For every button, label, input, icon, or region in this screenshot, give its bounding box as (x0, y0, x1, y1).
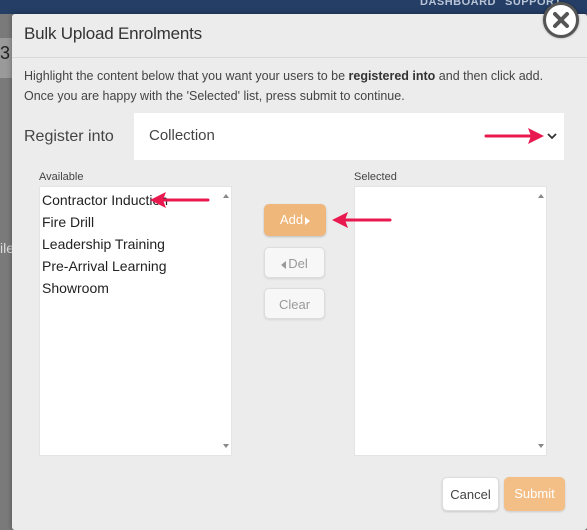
bg-text-fragment: 3 (0, 43, 11, 63)
annotation-arrow-icon (332, 212, 392, 228)
modal-title: Bulk Upload Enrolments (24, 24, 202, 43)
del-button[interactable]: Del (264, 247, 325, 278)
register-into-value: Collection (149, 127, 215, 144)
close-icon (553, 12, 569, 28)
clear-button[interactable]: Clear (264, 288, 325, 319)
selected-label: Selected (354, 171, 397, 183)
list-item[interactable]: Fire Drill (42, 211, 168, 233)
add-button[interactable]: Add (264, 204, 326, 236)
scroll-down-arrow[interactable] (223, 444, 229, 448)
title-divider (12, 57, 587, 58)
chevron-down-icon (547, 133, 557, 140)
scroll-up-arrow[interactable] (538, 194, 544, 198)
available-label: Available (39, 171, 84, 183)
register-into-label: Register into (24, 128, 114, 145)
cancel-button[interactable]: Cancel (442, 477, 499, 511)
caret-left-icon (281, 260, 287, 269)
instructions-text: Highlight the content below that you wan… (24, 69, 544, 103)
scroll-down-arrow[interactable] (538, 444, 544, 448)
list-item[interactable]: Pre-Arrival Learning (42, 255, 168, 277)
submit-button[interactable]: Submit (504, 477, 565, 511)
caret-right-icon (305, 216, 311, 225)
bulk-upload-modal: Bulk Upload Enrolments Highlight the con… (12, 14, 587, 530)
scroll-up-arrow[interactable] (223, 194, 229, 198)
available-listbox[interactable]: Contractor Induction Fire Drill Leadership… (39, 186, 232, 456)
close-button[interactable] (543, 2, 579, 38)
annotation-arrow-icon (150, 192, 210, 208)
list-item[interactable]: Leadership Training (42, 233, 168, 255)
list-item[interactable]: Showroom (42, 277, 168, 299)
bg-nav-dashboard: DASHBOARD (420, 0, 496, 8)
background-top-bar: DASHBOARD SUPPORT (0, 0, 587, 14)
annotation-arrow-icon (484, 128, 544, 144)
